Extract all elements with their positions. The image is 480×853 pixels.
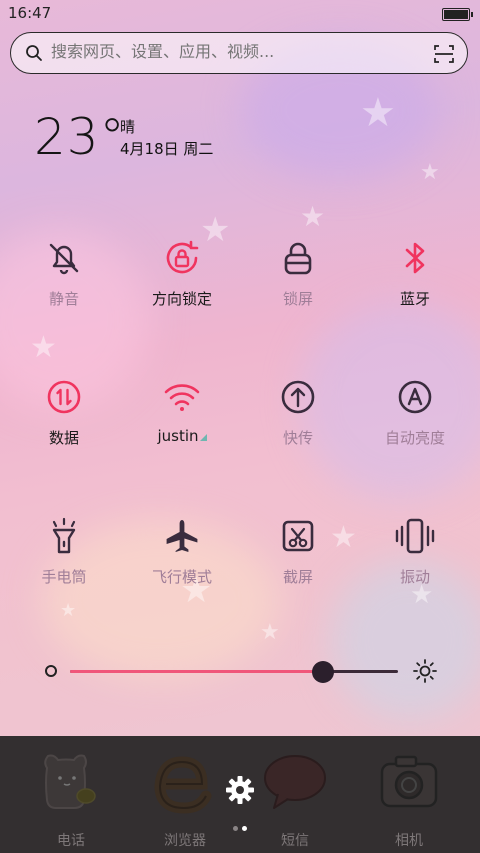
search-bar[interactable] bbox=[10, 32, 468, 74]
lock-icon bbox=[284, 242, 312, 275]
gear-icon[interactable] bbox=[224, 774, 256, 806]
toggle-label: 锁屏 bbox=[282, 290, 313, 308]
dock-app-camera[interactable]: 相机 bbox=[364, 746, 454, 849]
brightness-slider[interactable] bbox=[44, 654, 440, 690]
brightness-max-icon bbox=[413, 659, 437, 683]
toggle-wifi[interactable]: justin bbox=[127, 375, 237, 485]
browser-app-icon bbox=[154, 756, 212, 814]
toggle-airplane-mode[interactable]: 飞行模式 bbox=[127, 514, 237, 624]
flashlight-icon bbox=[52, 517, 76, 554]
toggle-vibrate[interactable]: 振动 bbox=[360, 514, 470, 624]
toggle-rotation-lock[interactable]: 方向锁定 bbox=[127, 236, 237, 346]
dock-app-label: 浏览器 bbox=[164, 833, 206, 849]
screenshot-icon bbox=[282, 520, 314, 552]
dock-app-label: 相机 bbox=[395, 833, 423, 849]
toggle-quick-share[interactable]: 快传 bbox=[243, 375, 353, 485]
mobile-data-icon bbox=[47, 380, 81, 414]
page-dot bbox=[233, 826, 238, 831]
bluetooth-icon bbox=[405, 242, 425, 274]
toggle-flashlight[interactable]: 手电筒 bbox=[9, 514, 119, 624]
page-dot bbox=[242, 826, 247, 831]
search-input[interactable] bbox=[51, 42, 421, 61]
toggle-screenshot[interactable]: 截屏 bbox=[243, 514, 353, 624]
auto-brightness-icon bbox=[398, 380, 432, 414]
toggle-label: justin bbox=[127, 427, 237, 445]
toggle-lock-screen[interactable]: 锁屏 bbox=[243, 236, 353, 346]
status-time: 16:47 bbox=[8, 4, 52, 22]
brightness-min-icon bbox=[45, 665, 57, 677]
dock-app-messages[interactable]: 短信 bbox=[250, 746, 340, 849]
toggle-label: 数据 bbox=[48, 429, 79, 447]
battery-level bbox=[444, 10, 468, 19]
weather-condition: 晴 bbox=[120, 118, 136, 136]
toggle-label: 方向锁定 bbox=[151, 290, 212, 308]
toggle-auto-brightness[interactable]: 自动亮度 bbox=[360, 375, 470, 485]
camera-app-icon bbox=[380, 755, 438, 808]
bell-off-icon bbox=[49, 243, 79, 275]
signal-triangle-icon bbox=[199, 434, 207, 441]
toggle-label: 蓝牙 bbox=[399, 290, 430, 308]
dock-app-browser[interactable]: 浏览器 bbox=[140, 746, 230, 849]
toggle-mobile-data[interactable]: 数据 bbox=[9, 375, 119, 485]
wifi-icon bbox=[164, 384, 200, 411]
page-indicator bbox=[233, 826, 253, 832]
dock-app-label: 电话 bbox=[57, 833, 85, 849]
toggle-label: 手电筒 bbox=[41, 568, 87, 586]
weather-widget[interactable]: 23° 晴 4月18日 周二 bbox=[34, 108, 213, 166]
toggle-label: 静音 bbox=[48, 290, 79, 308]
wifi-name: justin bbox=[157, 427, 199, 445]
dock-app-label: 短信 bbox=[281, 833, 309, 849]
temperature: 23° bbox=[34, 108, 126, 166]
airplane-icon bbox=[166, 520, 198, 552]
scan-icon[interactable] bbox=[433, 43, 455, 65]
dock: 电话 浏览器 短信 相机 bbox=[0, 736, 480, 853]
status-bar: 16:47 bbox=[0, 0, 480, 28]
messages-app-icon bbox=[264, 755, 326, 809]
toggle-bluetooth[interactable]: 蓝牙 bbox=[360, 236, 470, 346]
vibrate-icon bbox=[395, 518, 435, 554]
rotation-lock-icon bbox=[166, 240, 199, 274]
toggle-label: 飞行模式 bbox=[151, 568, 212, 586]
battery-icon bbox=[442, 8, 473, 21]
weather-date: 4月18日 周二 bbox=[120, 140, 214, 158]
toggle-label: 截屏 bbox=[282, 568, 313, 586]
toggle-label: 快传 bbox=[282, 429, 313, 447]
phone-app-icon bbox=[44, 754, 96, 809]
quick-share-icon bbox=[281, 380, 315, 414]
brightness-thumb[interactable] bbox=[311, 661, 334, 683]
toggle-mute[interactable]: 静音 bbox=[9, 236, 119, 346]
toggle-label: 自动亮度 bbox=[384, 429, 445, 447]
search-icon bbox=[26, 45, 42, 61]
dock-app-phone[interactable]: 电话 bbox=[26, 746, 116, 849]
toggle-label: 振动 bbox=[399, 568, 430, 586]
brightness-fill bbox=[70, 670, 323, 673]
